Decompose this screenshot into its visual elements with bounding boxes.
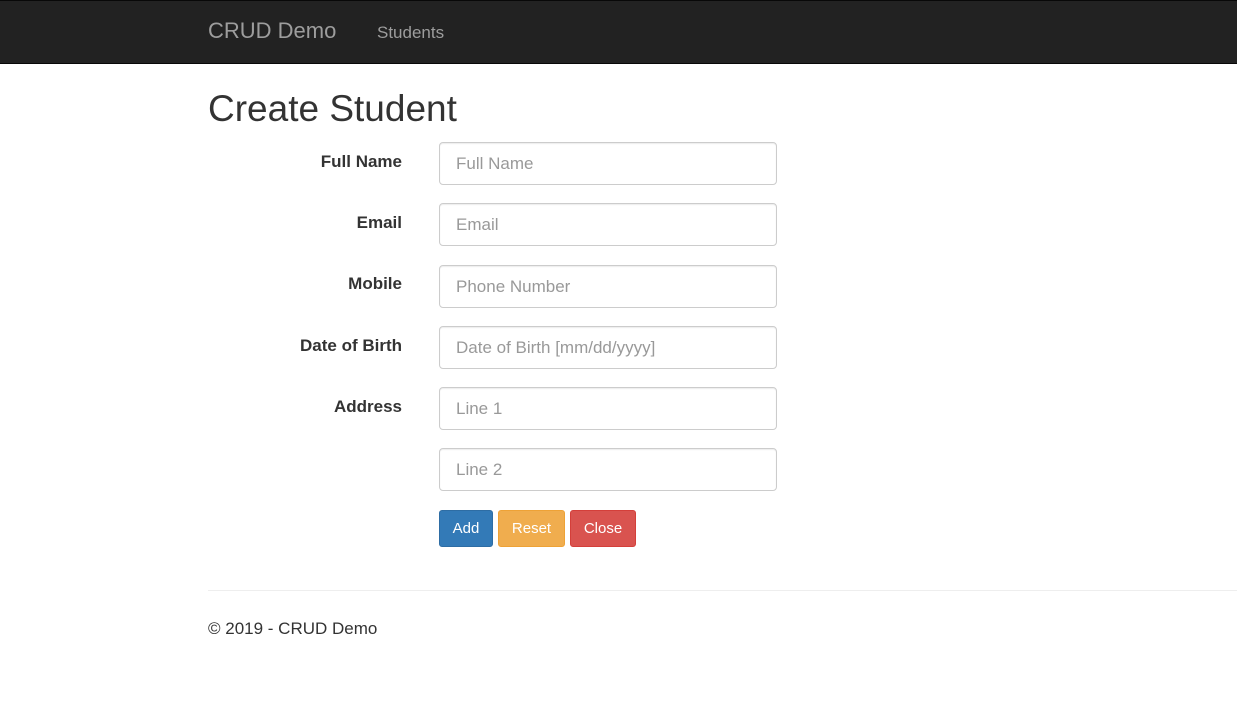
email-input[interactable] [439, 203, 777, 246]
address-line1-input[interactable] [439, 387, 777, 430]
full-name-label: Full Name [320, 152, 402, 171]
close-button[interactable]: Close [570, 510, 636, 547]
mobile-label: Mobile [348, 274, 402, 293]
page-title: Create Student [208, 88, 457, 129]
navbar: CRUD Demo Students [0, 0, 1237, 64]
nav-link-students[interactable]: Students [377, 23, 444, 43]
email-label: Email [356, 213, 402, 232]
address-label: Address [333, 397, 402, 416]
mobile-input[interactable] [439, 265, 777, 308]
navbar-brand[interactable]: CRUD Demo [208, 18, 336, 44]
reset-button[interactable]: Reset [498, 510, 565, 547]
footer-divider [208, 590, 1237, 591]
footer-text: © 2019 - CRUD Demo [208, 619, 378, 638]
add-button[interactable]: Add [439, 510, 493, 547]
address-line2-input[interactable] [439, 448, 777, 491]
full-name-input[interactable] [439, 142, 777, 185]
date-of-birth-label: Date of Birth [300, 336, 402, 355]
date-of-birth-input[interactable] [439, 326, 777, 369]
